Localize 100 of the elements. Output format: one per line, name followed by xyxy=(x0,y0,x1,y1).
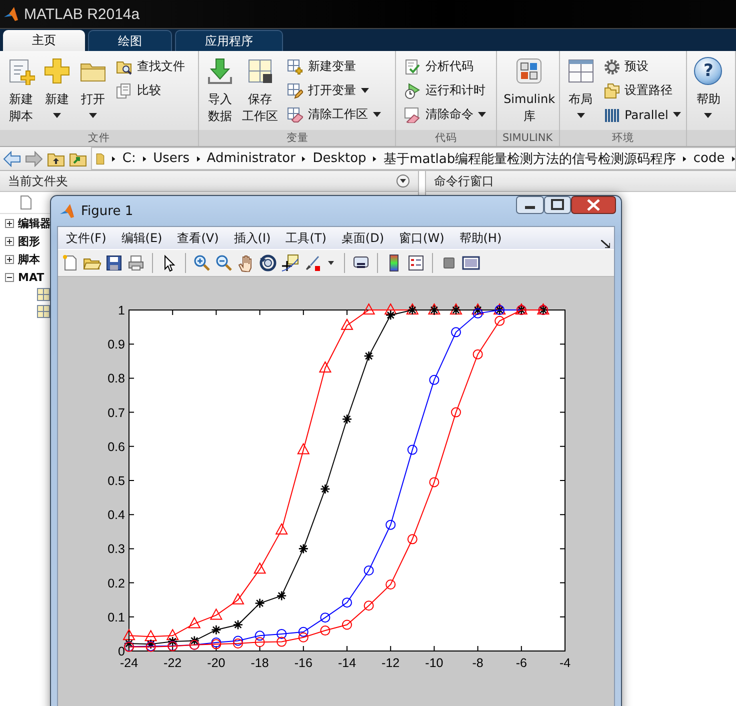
toolstrip-button[interactable]: 比较 xyxy=(116,81,185,100)
path-segment[interactable]: Administrator xyxy=(206,151,296,166)
point xyxy=(189,636,200,646)
expand-icon[interactable] xyxy=(5,236,14,246)
menu-item[interactable]: 桌面(D) xyxy=(339,230,386,246)
maximize-button[interactable] xyxy=(544,196,571,214)
toolstrip-button[interactable]: 清除工作区 xyxy=(287,105,382,124)
breadcrumb-arrow-icon[interactable] xyxy=(196,154,200,162)
point xyxy=(385,310,396,320)
tree-item[interactable]: 编辑器 xyxy=(18,216,51,230)
tree-item[interactable]: 脚本 xyxy=(18,252,40,266)
up-folder-icon[interactable] xyxy=(47,150,65,166)
point xyxy=(254,630,265,641)
point xyxy=(429,374,440,385)
point xyxy=(233,638,243,648)
new-file-icon[interactable] xyxy=(61,254,79,272)
tree-item[interactable]: MAT xyxy=(18,270,44,284)
toolstrip-button[interactable]: 运行和计时 xyxy=(404,81,486,100)
axis-tick-label: 0.1 xyxy=(108,610,125,624)
ribbon-tab[interactable]: 主页 xyxy=(3,30,85,51)
minimize-button[interactable] xyxy=(516,196,544,214)
menu-item[interactable]: 帮助(H) xyxy=(457,230,504,246)
path-segment[interactable]: C: xyxy=(122,151,136,166)
documents-icon xyxy=(116,82,132,98)
address-bar[interactable]: C: Users Administrator Desktop 基于matlab编程能量检测方法的信号检测源码程序 code xyxy=(91,147,736,170)
point xyxy=(494,316,505,326)
menu-item[interactable]: 插入(I) xyxy=(232,230,273,246)
toolstrip-button[interactable]: 布局 xyxy=(564,55,598,130)
toolstrip-button[interactable]: 新建 脚本 xyxy=(4,55,38,130)
brush-icon[interactable] xyxy=(303,254,321,272)
expand-icon[interactable] xyxy=(5,218,14,228)
toolstrip-button[interactable]: 打开 xyxy=(76,55,110,130)
ribbon-tab[interactable]: 应用程序 xyxy=(175,30,283,51)
toolstrip-button[interactable]: 新建 xyxy=(40,55,74,130)
breadcrumb-arrow-icon[interactable] xyxy=(683,154,686,162)
dock-arrow-icon[interactable] xyxy=(601,240,610,248)
toolstrip-button[interactable]: 查找文件 xyxy=(116,57,185,76)
menu-item[interactable]: 窗口(W) xyxy=(397,230,446,246)
toolstrip-button[interactable]: 新建变量 xyxy=(287,57,382,76)
section-label: 变量 xyxy=(199,130,396,146)
data-cursor-icon[interactable] xyxy=(281,254,299,272)
close-button[interactable] xyxy=(571,196,616,214)
point xyxy=(472,308,483,318)
point xyxy=(342,414,352,424)
point xyxy=(386,580,396,590)
plus-icon xyxy=(43,57,71,85)
tree-item[interactable]: 图形 xyxy=(18,234,40,248)
toolstrip-button[interactable]: 保存 工作区 xyxy=(239,55,282,130)
printer-icon[interactable] xyxy=(127,254,145,272)
breadcrumb-arrow-icon[interactable] xyxy=(142,154,146,162)
menu-item[interactable]: 文件(F) xyxy=(64,230,108,246)
toolstrip-button[interactable]: 设置路径 xyxy=(604,81,682,100)
point xyxy=(210,608,222,620)
collapse-icon[interactable] xyxy=(5,272,14,282)
toolstrip-button[interactable]: 导入 数据 xyxy=(203,55,238,130)
menu-item[interactable]: 工具(T) xyxy=(284,230,328,246)
window-title: MATLAB R2014a xyxy=(24,6,140,22)
toolstrip-button[interactable]: 预设 xyxy=(604,57,682,76)
path-segment[interactable]: Users xyxy=(153,151,190,166)
point xyxy=(232,620,244,630)
point xyxy=(276,636,287,647)
point xyxy=(232,593,244,604)
breadcrumb-arrow-icon[interactable] xyxy=(302,154,306,162)
toolstrip-button[interactable]: ? 帮助 xyxy=(691,55,726,130)
document-icon xyxy=(20,195,32,210)
toolstrip-button[interactable]: Simulink 库 xyxy=(500,55,558,130)
section-label: SIMULINK xyxy=(496,130,559,146)
point xyxy=(298,544,309,554)
zoom-out-icon[interactable] xyxy=(215,254,233,272)
axis-tick-label: -20 xyxy=(207,656,226,670)
path-segment[interactable]: 基于matlab编程能量检测方法的信号检测源码程序 xyxy=(384,150,676,168)
save-icon[interactable] xyxy=(105,254,123,272)
toolstrip-button[interactable]: 打开变量 xyxy=(287,81,382,100)
rotate-icon[interactable] xyxy=(259,254,277,272)
folders-icon xyxy=(604,82,620,98)
toolstrip-button[interactable]: Parallel xyxy=(604,105,682,124)
browse-folder-icon[interactable] xyxy=(69,150,87,166)
expand-icon[interactable] xyxy=(5,254,14,264)
point xyxy=(364,566,374,576)
toolstrip-button[interactable]: 清除命令 xyxy=(404,105,486,124)
point xyxy=(298,632,308,642)
menu-item[interactable]: 编辑(E) xyxy=(119,230,164,246)
point xyxy=(341,318,353,330)
zoom-in-icon[interactable] xyxy=(193,254,211,272)
point xyxy=(233,636,243,646)
back-arrow-icon[interactable] xyxy=(3,150,21,166)
legend-icon[interactable] xyxy=(407,254,425,272)
ribbon-tab[interactable]: 绘图 xyxy=(88,30,172,51)
breadcrumb-arrow-icon[interactable] xyxy=(112,154,116,162)
dropdown-circle-icon[interactable] xyxy=(396,174,410,188)
breadcrumb-arrow-icon[interactable] xyxy=(732,154,735,162)
matlab-logo-icon xyxy=(3,6,19,22)
breadcrumb-arrow-icon[interactable] xyxy=(373,154,377,162)
path-segment[interactable]: code xyxy=(693,151,725,166)
bars-icon xyxy=(604,106,620,122)
point xyxy=(342,598,352,608)
path-segment[interactable]: Desktop xyxy=(312,151,366,166)
toolstrip-button[interactable]: 分析代码 xyxy=(404,57,486,76)
window-icon[interactable] xyxy=(462,254,480,272)
menu-item[interactable]: 查看(V) xyxy=(175,230,221,246)
